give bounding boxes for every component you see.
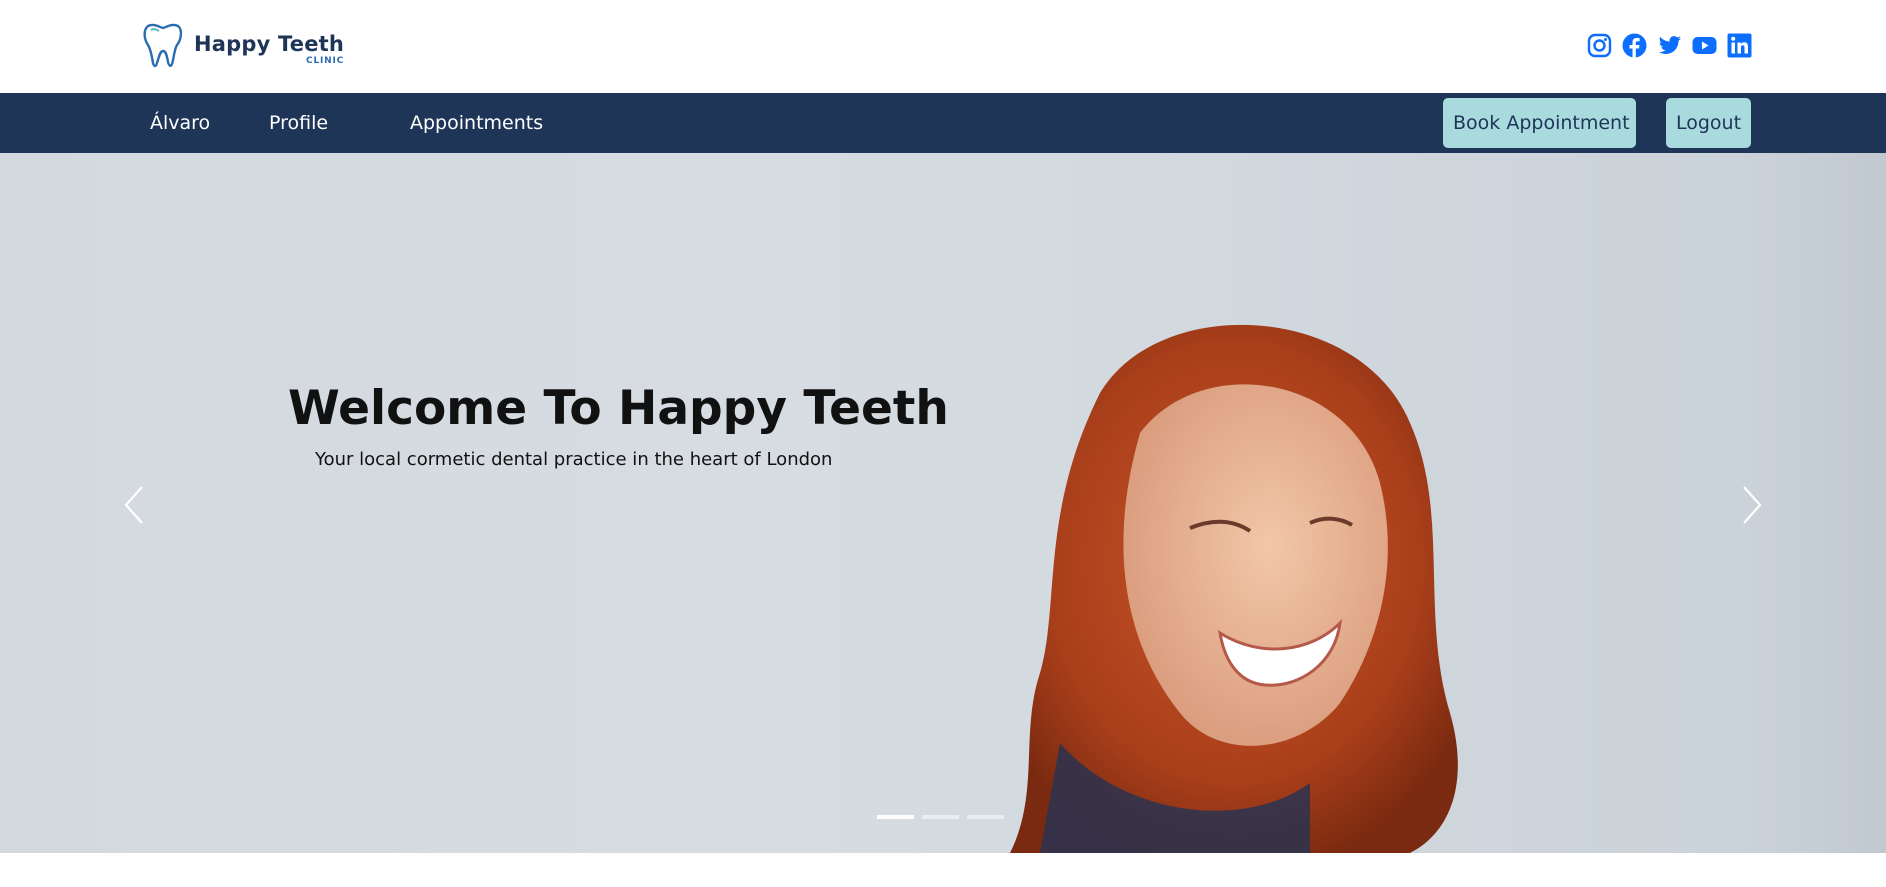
- carousel-prev-button[interactable]: [120, 483, 150, 527]
- logo-text: Happy Teeth CLINIC: [194, 34, 344, 66]
- hero-title: Welcome To Happy Teeth: [288, 381, 949, 436]
- logo-subtitle: CLINIC: [306, 56, 345, 66]
- chevron-right-icon: [1743, 486, 1762, 524]
- hero-edge-shade: [1746, 153, 1886, 853]
- carousel-indicator-1[interactable]: [877, 815, 914, 819]
- top-header: Happy Teeth CLINIC: [0, 0, 1886, 93]
- logo-name: Happy Teeth: [194, 32, 345, 56]
- hero-subtitle: Your local cormetic dental practice in t…: [315, 449, 833, 470]
- chevron-left-icon: [124, 486, 143, 524]
- main-navbar: Álvaro Profile Appointments Book Appoint…: [0, 93, 1886, 153]
- nav-profile-link[interactable]: Profile: [269, 93, 328, 153]
- carousel-indicator-2[interactable]: [922, 815, 959, 819]
- clinic-logo[interactable]: Happy Teeth CLINIC: [142, 22, 344, 68]
- linkedin-icon[interactable]: [1727, 33, 1752, 58]
- carousel-indicators: [877, 815, 1004, 819]
- youtube-icon[interactable]: [1692, 33, 1717, 58]
- nav-user-name[interactable]: Álvaro: [150, 93, 210, 153]
- hero-carousel: Welcome To Happy Teeth Your local cormet…: [0, 153, 1886, 853]
- hero-woman-image: [1010, 324, 1458, 853]
- book-appointment-button[interactable]: Book Appointment: [1443, 98, 1636, 148]
- logout-button[interactable]: Logout: [1666, 98, 1751, 148]
- carousel-next-button[interactable]: [1736, 483, 1766, 527]
- tooth-icon: [143, 23, 183, 68]
- social-links: [1587, 33, 1752, 58]
- carousel-indicator-3[interactable]: [967, 815, 1004, 819]
- facebook-icon[interactable]: [1622, 33, 1647, 58]
- twitter-icon[interactable]: [1657, 33, 1682, 58]
- instagram-icon[interactable]: [1587, 33, 1612, 58]
- nav-appointments-link[interactable]: Appointments: [410, 93, 543, 153]
